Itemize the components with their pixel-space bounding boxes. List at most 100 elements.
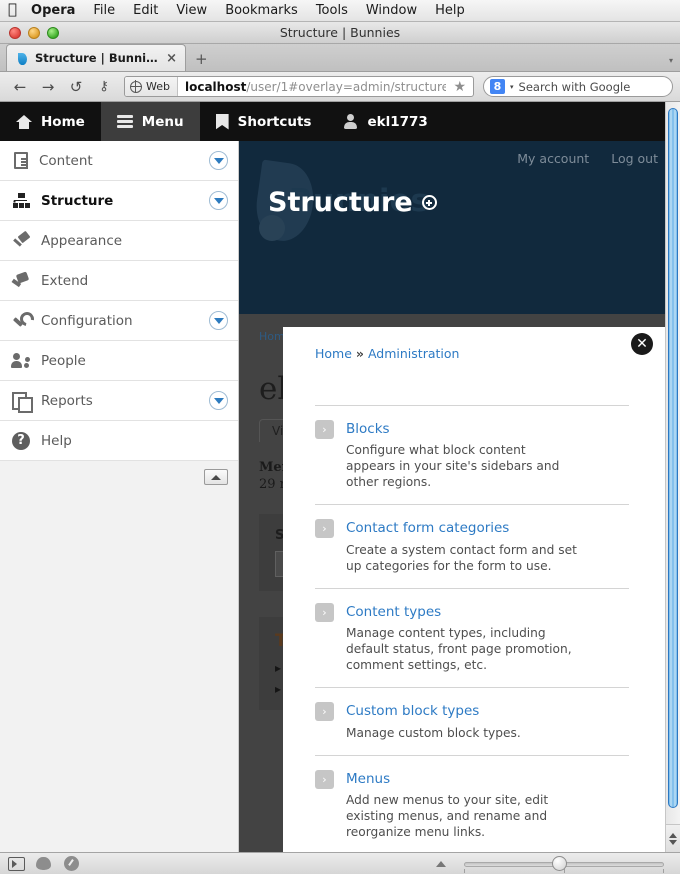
chevron-down-icon[interactable] [209,191,228,210]
toolbar-tab-menu-label: Menu [141,113,184,130]
chevron-right-icon: › [315,769,334,789]
scrollbar-buttons[interactable] [666,824,680,852]
apple-logo-icon[interactable]:  [8,2,17,17]
search-box[interactable]: 8 ▾ Search with Google [483,76,673,97]
breadcrumb-home-link[interactable]: Home [315,346,352,361]
browser-tab[interactable]: Structure | Bunnies × [6,44,186,71]
list-item[interactable]: › Custom block types Manage custom block… [315,687,629,754]
add-circle-icon[interactable] [421,195,437,210]
chevron-right-icon: › [315,602,334,622]
toolbar-tab-menu[interactable]: Menu [100,102,200,141]
sidebar-item-content[interactable]: Content [0,141,238,181]
globe-icon [129,80,143,93]
sidebar-item-label: Appearance [41,232,123,249]
list-item[interactable]: › Content types Manage content types, in… [315,587,629,687]
collapse-tray-button[interactable] [204,469,228,485]
window-title-bar: Structure | Bunnies [0,22,680,44]
bookmark-icon [215,113,229,130]
sidebar-item-structure[interactable]: Structure [0,181,238,221]
browser-window: Structure | Bunnies Structure | Bunnies … [0,22,680,874]
my-account-link[interactable]: My account [517,151,589,166]
admin-task-list: › Blocks Configure what block content ap… [315,405,629,852]
log-out-link[interactable]: Log out [611,151,658,166]
close-icon[interactable]: × [166,51,177,66]
address-path: /user/1#overlay=admin/structure [246,79,447,94]
menu-item-view[interactable]: View [176,3,207,18]
menu-item-tools[interactable]: Tools [316,3,348,18]
key-icon[interactable]: ⚷ [91,76,117,98]
bookmark-star-icon[interactable]: ★ [446,79,473,95]
chevron-down-icon[interactable] [209,151,228,170]
paintbrush-icon [12,232,30,250]
sidebar-item-extend[interactable]: Extend [0,261,238,301]
sidebar-item-appearance[interactable]: Appearance [0,221,238,261]
close-icon[interactable]: ✕ [631,333,653,355]
drop-icon[interactable] [36,856,54,871]
list-item[interactable]: › Blocks Configure what block content ap… [315,405,629,504]
reload-icon[interactable]: ↺ [63,76,89,98]
sidebar-item-configuration[interactable]: Configuration [0,301,238,341]
list-item-text: Content types Manage content types, incl… [346,601,629,673]
toolbar-tab-home[interactable]: Home [0,102,101,141]
list-item-title[interactable]: Contact form categories [346,520,509,536]
sidebar-item-people[interactable]: People [0,341,238,381]
vertical-scrollbar[interactable] [665,102,680,852]
list-item-title[interactable]: Custom block types [346,703,479,719]
forward-button[interactable]: → [35,76,61,98]
question-circle-icon [12,431,30,450]
admin-overlay-dialog: ✕ Home » Administration › Blocks Configu… [283,327,665,852]
sitemap-icon [12,192,30,210]
scroll-top-icon[interactable] [436,860,446,867]
list-item-text: Contact form categories Create a system … [346,517,629,573]
overlay-close-region: ✕ [619,327,665,361]
menu-item-window[interactable]: Window [366,3,417,18]
gauge-icon[interactable] [64,856,82,871]
menu-item-file[interactable]: File [93,3,115,18]
list-item-title[interactable]: Menus [346,771,390,787]
browser-tab-label: Structure | Bunnies [35,51,159,65]
breadcrumb-separator: » [355,346,364,361]
scrollbar-thumb[interactable] [668,108,678,808]
chevron-right-icon: › [315,702,334,722]
menu-item-edit[interactable]: Edit [133,3,158,18]
search-engine-icon: 8 [490,79,505,94]
menu-item-bookmarks[interactable]: Bookmarks [225,3,298,18]
chevron-down-icon[interactable]: ▾ [510,83,514,91]
list-item-title[interactable]: Blocks [346,421,390,437]
list-item-title[interactable]: Content types [346,604,441,620]
menu-item-help[interactable]: Help [435,3,465,18]
new-tab-button[interactable]: + [195,52,208,67]
drupal-admin-toolbar: Home Menu Shortcuts ekl1773 [0,102,680,141]
address-bar[interactable]: Web localhost/user/1#overlay=admin/struc… [124,76,474,97]
breadcrumb-current-link[interactable]: Administration [368,346,459,361]
search-input[interactable]: Search with Google [519,80,631,94]
zoom-tick [663,868,664,873]
list-item-text: Menus Add new menus to your site, edit e… [346,768,629,840]
sidebar-item-reports[interactable]: Reports [0,381,238,421]
chevron-down-icon[interactable] [209,311,228,330]
scroll-down-icon[interactable] [669,839,677,845]
toolbar-tab-shortcuts[interactable]: Shortcuts [200,102,328,141]
list-item[interactable]: › Contact form categories Create a syste… [315,504,629,587]
person-icon [343,114,358,129]
list-item-text: Blocks Configure what block content appe… [346,418,629,490]
window-title: Structure | Bunnies [279,25,401,40]
toolbar-tab-user[interactable]: ekl1773 [327,102,443,141]
home-icon [16,114,32,129]
chevron-right-icon: › [315,420,334,439]
chevron-down-icon[interactable]: ▾ [669,56,673,65]
user-links: My account Log out [517,151,658,166]
sidebar-item-help[interactable]: Help [0,421,238,461]
panel-toggle-icon[interactable] [8,856,26,871]
chevron-down-icon[interactable] [209,391,228,410]
list-item[interactable]: › Menus Add new menus to your site, edit… [315,754,629,852]
menu-item-opera[interactable]: Opera [31,3,75,18]
site-header: My account Log out Bunnies Structure [239,141,680,314]
zoom-slider-knob[interactable] [552,855,567,871]
list-item-description: Add new menus to your site, edit existin… [346,792,549,839]
scroll-up-icon[interactable] [669,832,677,838]
zoom-slider[interactable] [464,855,664,873]
mac-menu-bar:  Opera File Edit View Bookmarks Tools W… [0,0,680,22]
back-button[interactable]: ← [7,76,33,98]
wrench-icon [12,312,30,330]
